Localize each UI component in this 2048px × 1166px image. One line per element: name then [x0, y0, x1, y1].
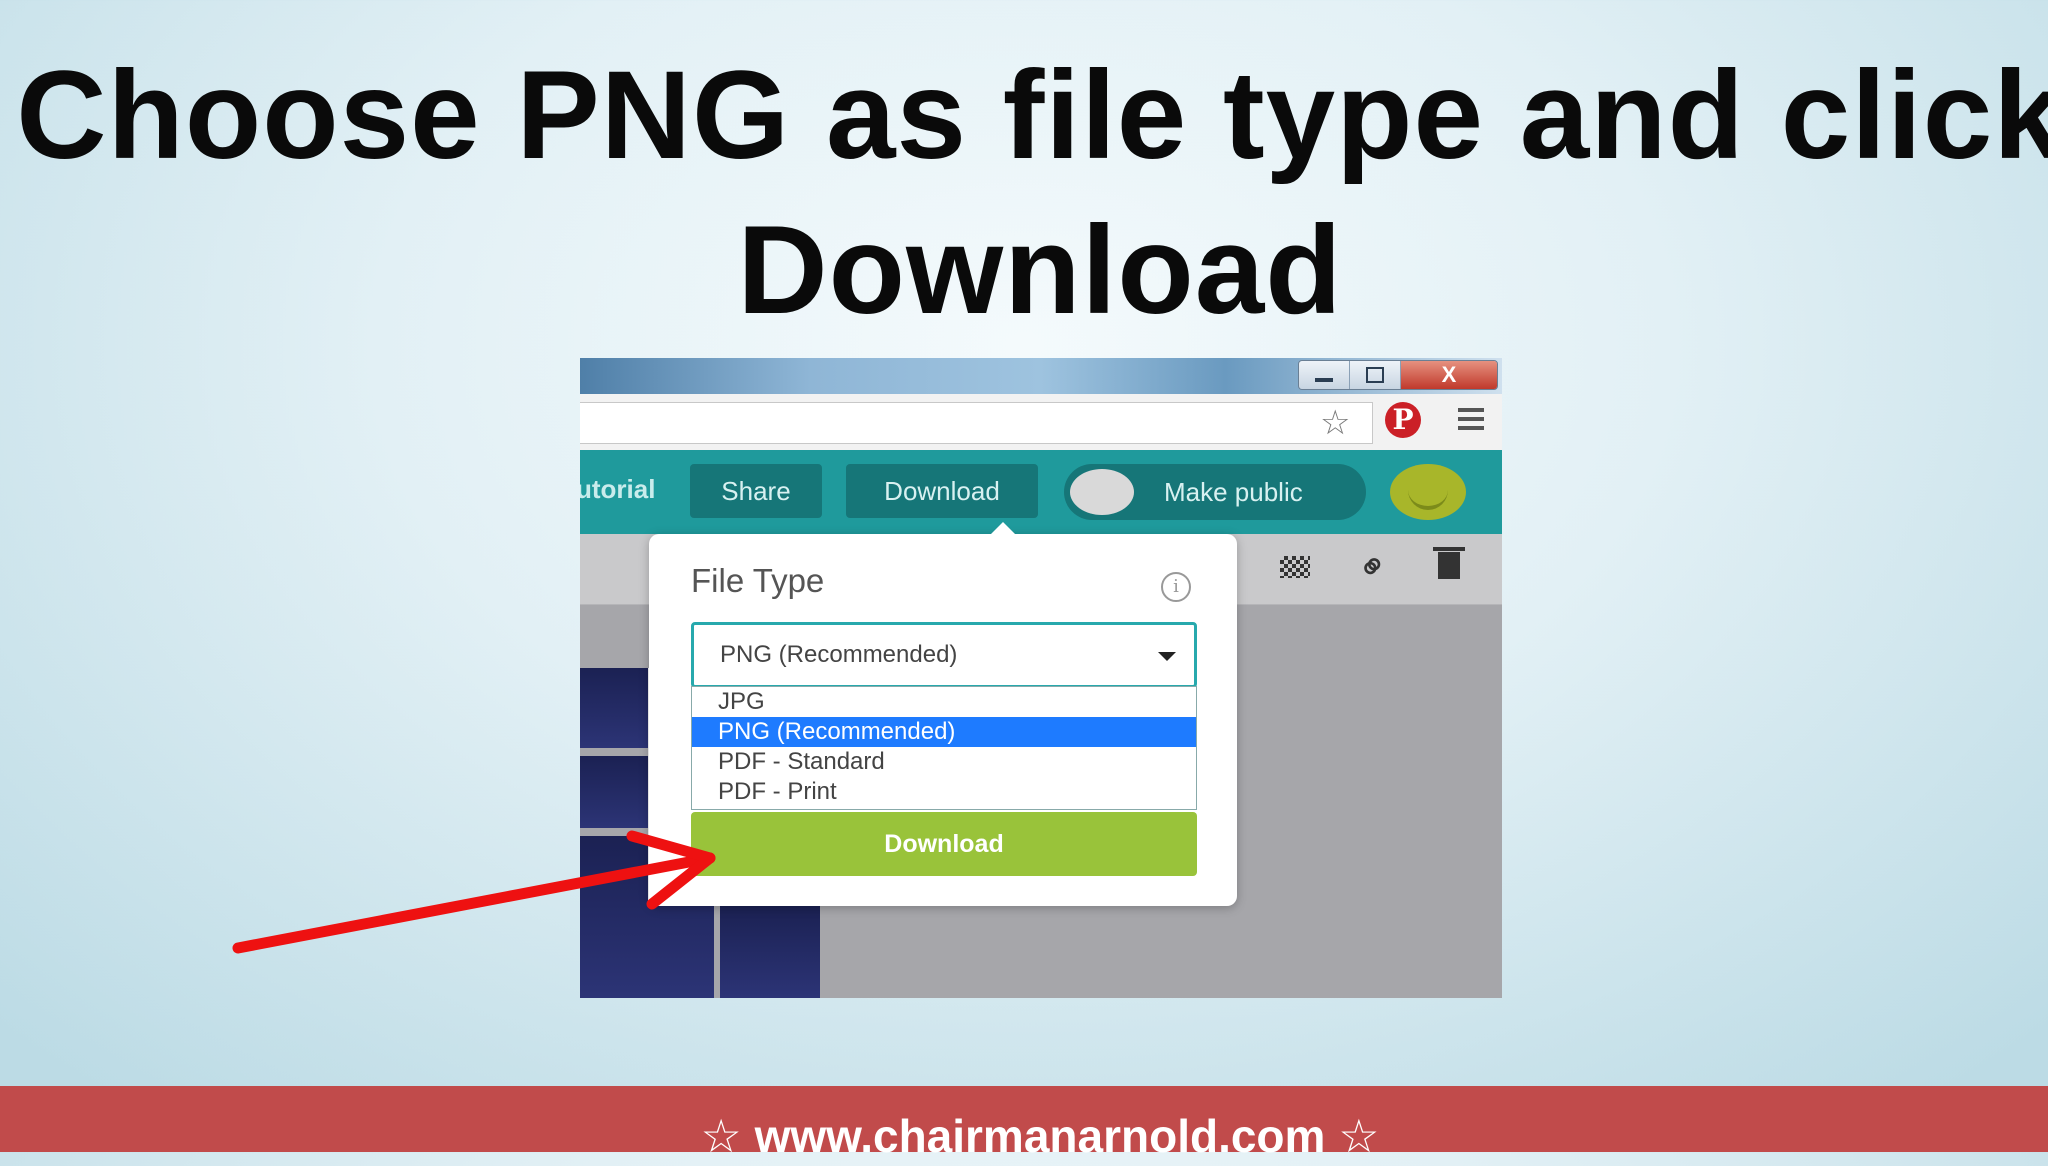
footer-website[interactable]: ☆ www.chairmanarnold.com ☆ — [0, 1106, 2048, 1166]
footer-bar: ☆ www.chairmanarnold.com ☆ — [0, 1086, 2048, 1162]
red-arrow-annotation — [232, 830, 716, 954]
arrow-shaft — [232, 852, 716, 954]
